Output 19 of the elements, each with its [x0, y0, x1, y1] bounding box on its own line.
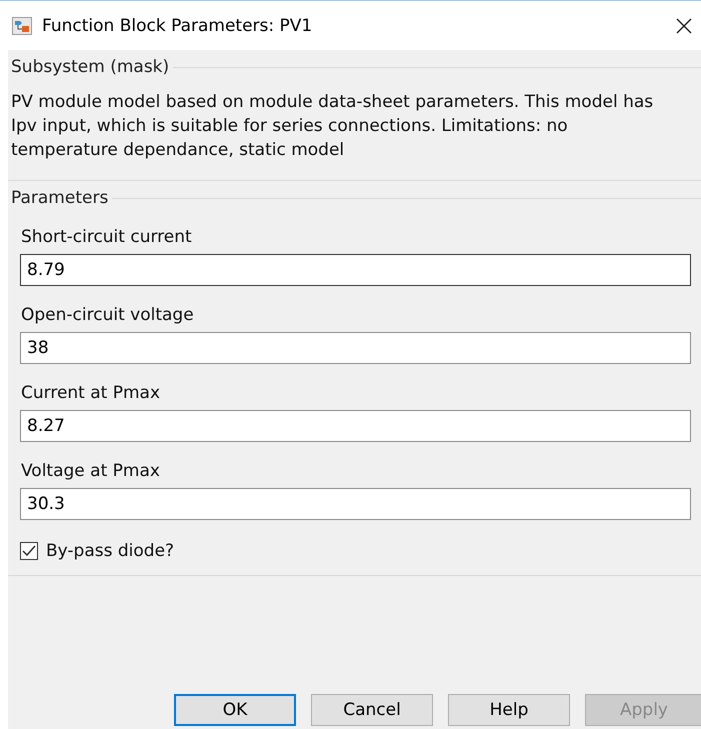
checkbox[interactable] [20, 542, 38, 560]
window-title: Function Block Parameters: PV1 [42, 16, 314, 36]
checkbox-label: By-pass diode? [46, 541, 174, 561]
field-label: Voltage at Pmax [21, 461, 161, 481]
block-icon [12, 16, 32, 34]
field-label: Open-circuit voltage [21, 305, 195, 325]
dialog-button[interactable]: Help [448, 694, 570, 726]
description-text: PV module model based on module data-sheet parameters. This model has Ipv input, which is suitable for series connections. Limitations: no temperature dependance, static model [11, 91, 654, 162]
group-title: Subsystem (mask) [10, 57, 170, 77]
group-title: Parameters [10, 188, 108, 208]
field-label: Current at Pmax [21, 383, 162, 403]
input-field[interactable]: 8.79 [20, 254, 691, 286]
field-label: Short-circuit current [21, 227, 193, 247]
close-icon[interactable] [675, 16, 693, 34]
input-field[interactable]: 8.27 [20, 410, 691, 442]
input-field[interactable]: 30.3 [20, 488, 691, 520]
dialog-button[interactable]: Cancel [311, 694, 433, 726]
input-field[interactable]: 38 [20, 332, 691, 364]
dialog-button[interactable]: OK [174, 694, 296, 726]
